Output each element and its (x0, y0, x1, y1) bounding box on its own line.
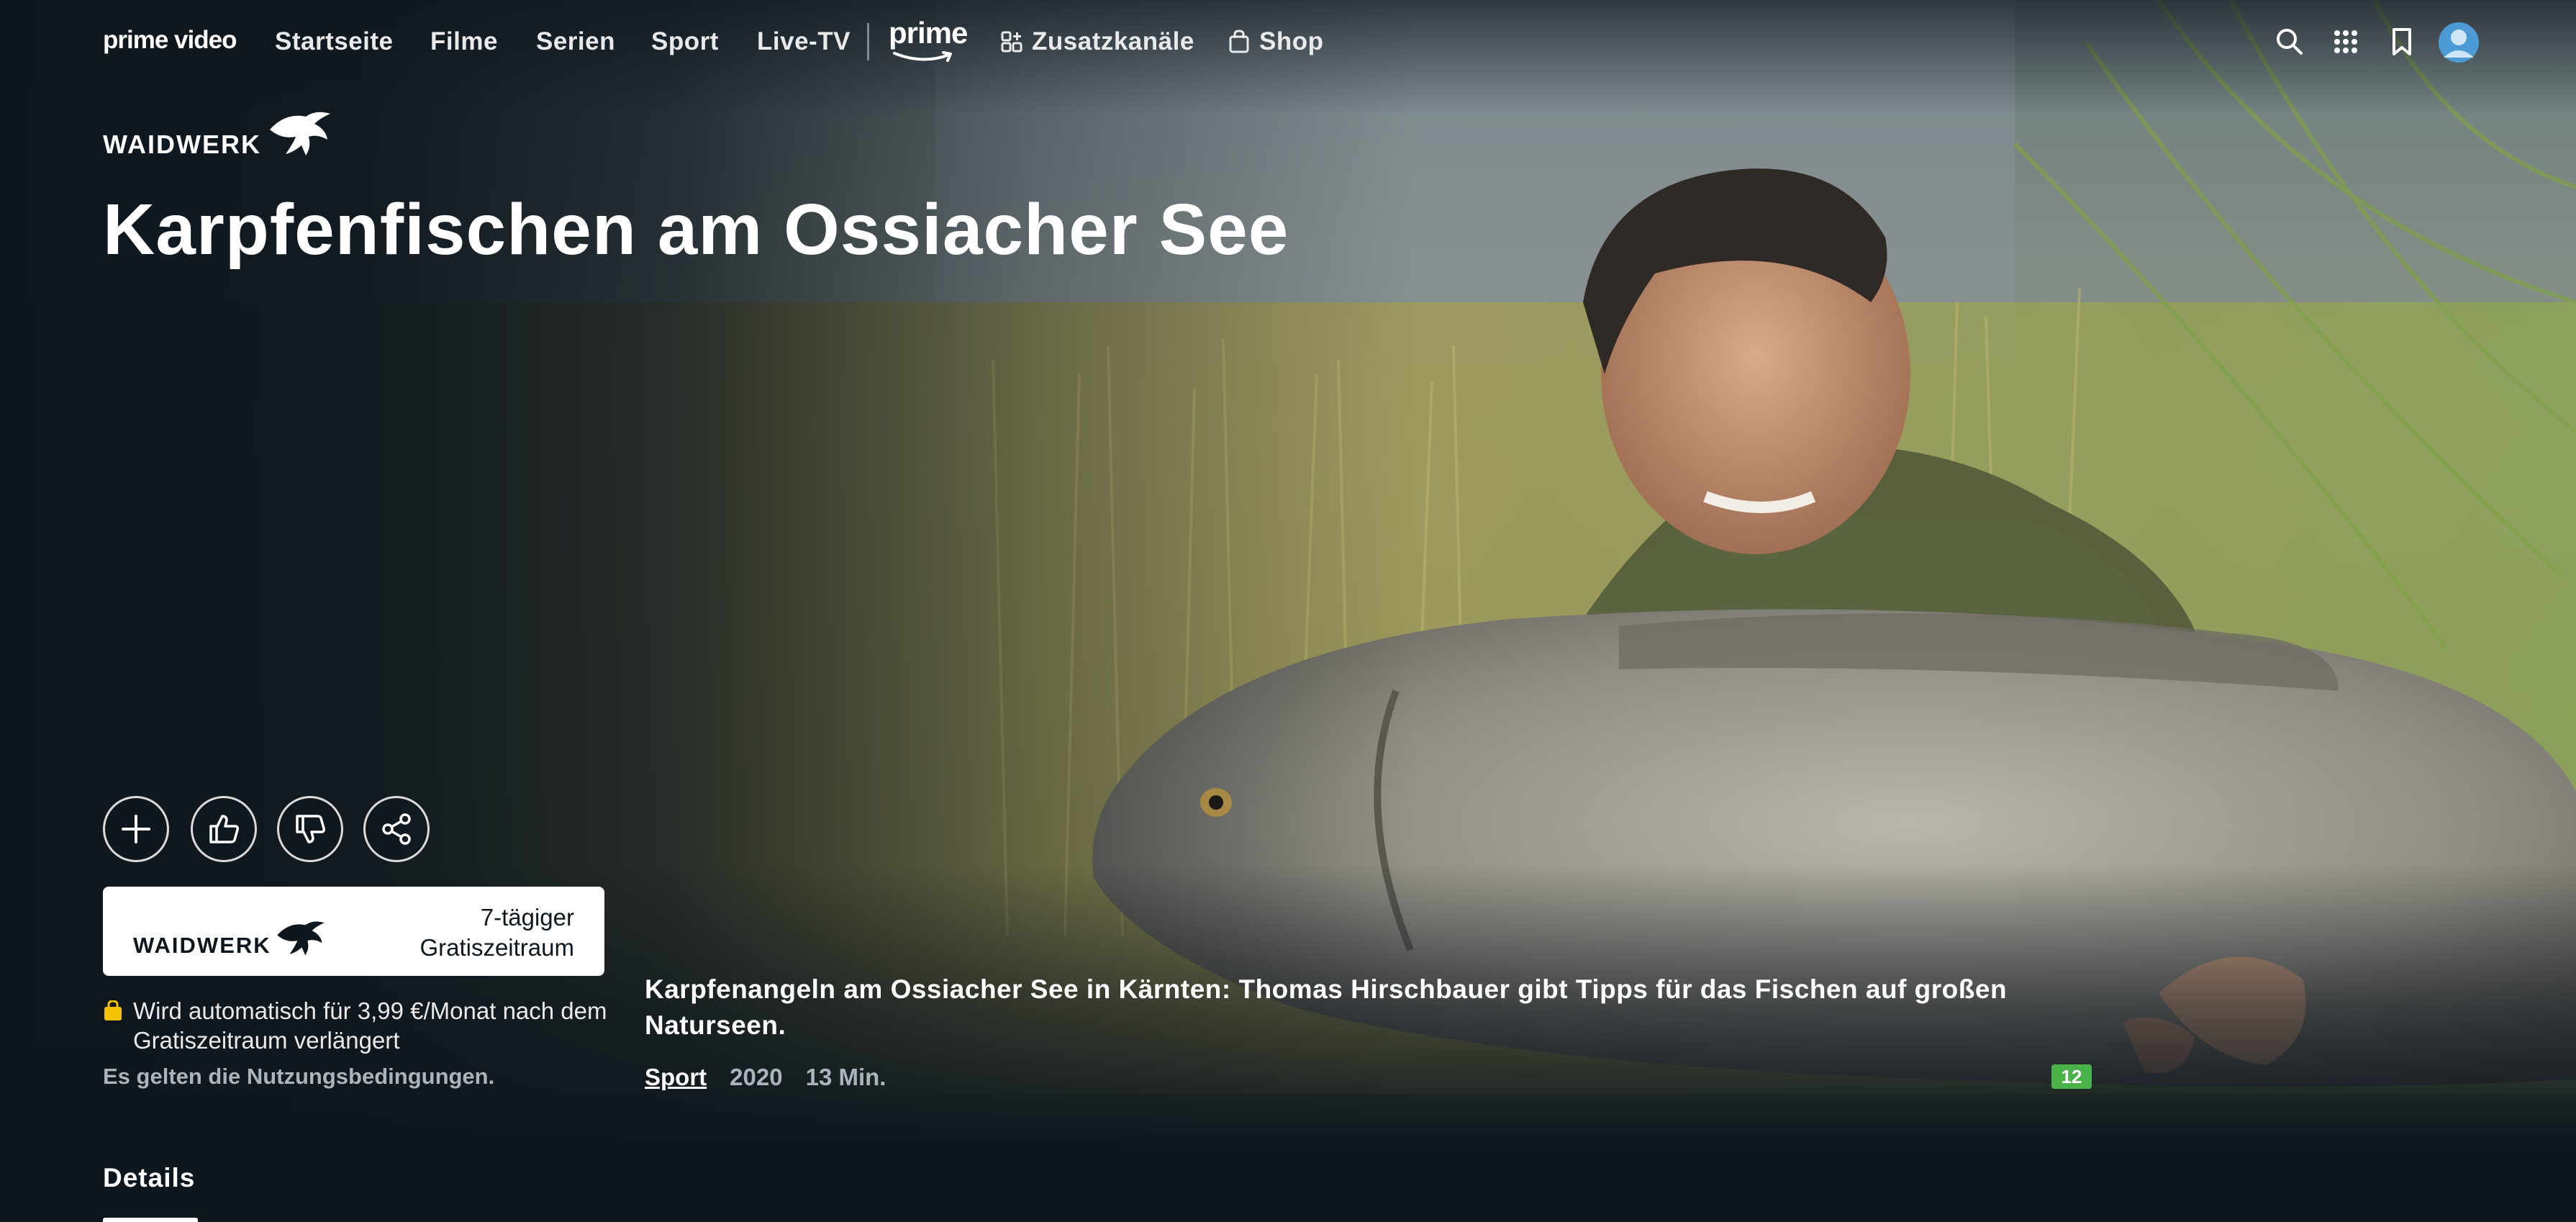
nav-item-serien[interactable]: Serien (536, 27, 615, 56)
thumbs-up-icon (209, 815, 239, 843)
add-to-watchlist-button[interactable] (103, 796, 169, 862)
nav-item-zusatzkanaele-label: Zusatzkanäle (1032, 27, 1194, 55)
channels-grid-icon (1001, 31, 1022, 53)
genre-link[interactable]: Sport (645, 1064, 707, 1091)
nav-item-zusatzkanaele[interactable]: Zusatzkanäle (1000, 27, 1194, 56)
shopping-bag-icon (104, 1000, 122, 1020)
nav-item-shop-label: Shop (1259, 27, 1324, 55)
renewal-notice: Wird automatisch für 3,99 €/Monat nach d… (103, 996, 622, 1055)
tab-details[interactable]: Details (103, 1163, 195, 1193)
tab-active-indicator (103, 1218, 198, 1222)
share-icon (382, 813, 411, 845)
search-icon[interactable] (2274, 26, 2305, 58)
profile-avatar[interactable] (2438, 22, 2480, 63)
thumbs-down-icon (296, 815, 325, 843)
prime-logo[interactable]: prime (889, 16, 968, 68)
card-brand-logo: WAIDWERK (133, 918, 329, 959)
add-icon (122, 815, 150, 843)
channel-trial-button[interactable]: WAIDWERK 7-tägiger Gratiszeitraum (103, 887, 604, 976)
nav-item-sport[interactable]: Sport (651, 27, 719, 56)
nav-item-live-tv[interactable]: Live-TV (757, 27, 851, 56)
synopsis: Karpfenangeln am Ossiacher See in Kärnte… (645, 974, 2008, 1040)
watchlist-bookmark-icon[interactable] (2386, 26, 2418, 58)
top-navigation: prime video Startseite Filme Serien Spor… (0, 0, 2576, 86)
prime-logo-label: prime (889, 16, 968, 50)
eagle-logo-icon (269, 112, 330, 155)
nav-item-shop[interactable]: Shop (1228, 27, 1323, 56)
shopping-bag-icon (1229, 30, 1249, 53)
channel-brand-logo: WAIDWERK (103, 108, 336, 160)
trial-line-1: 7-tägiger (480, 904, 574, 931)
share-button[interactable] (363, 796, 430, 862)
prime-smile-icon (893, 51, 952, 62)
age-rating-badge: 12 (2051, 1064, 2092, 1089)
like-button[interactable] (191, 796, 257, 862)
trial-line-2: Gratiszeitraum (419, 934, 574, 961)
title-metadata: Sport 2020 13 Min. (645, 1064, 886, 1091)
nav-item-filme[interactable]: Filme (430, 27, 498, 56)
prime-video-logo[interactable]: prime video (103, 26, 237, 55)
trial-label: 7-tägiger Gratiszeitraum (419, 902, 574, 963)
runtime: 13 Min. (805, 1064, 886, 1090)
release-year: 2020 (730, 1064, 783, 1090)
renewal-text: Wird automatisch für 3,99 €/Monat nach d… (133, 997, 607, 1054)
nav-item-startseite[interactable]: Startseite (275, 27, 394, 56)
grid-icon[interactable] (2330, 26, 2362, 58)
page-title: Karpfenfischen am Ossiacher See (103, 189, 1289, 270)
dislike-button[interactable] (277, 796, 343, 862)
terms-link[interactable]: Es gelten die Nutzungsbedingungen. (103, 1064, 494, 1090)
brand-name: WAIDWERK (103, 130, 261, 159)
nav-divider (867, 23, 869, 60)
eagle-logo-icon (276, 921, 325, 956)
card-brand-name: WAIDWERK (133, 933, 271, 958)
